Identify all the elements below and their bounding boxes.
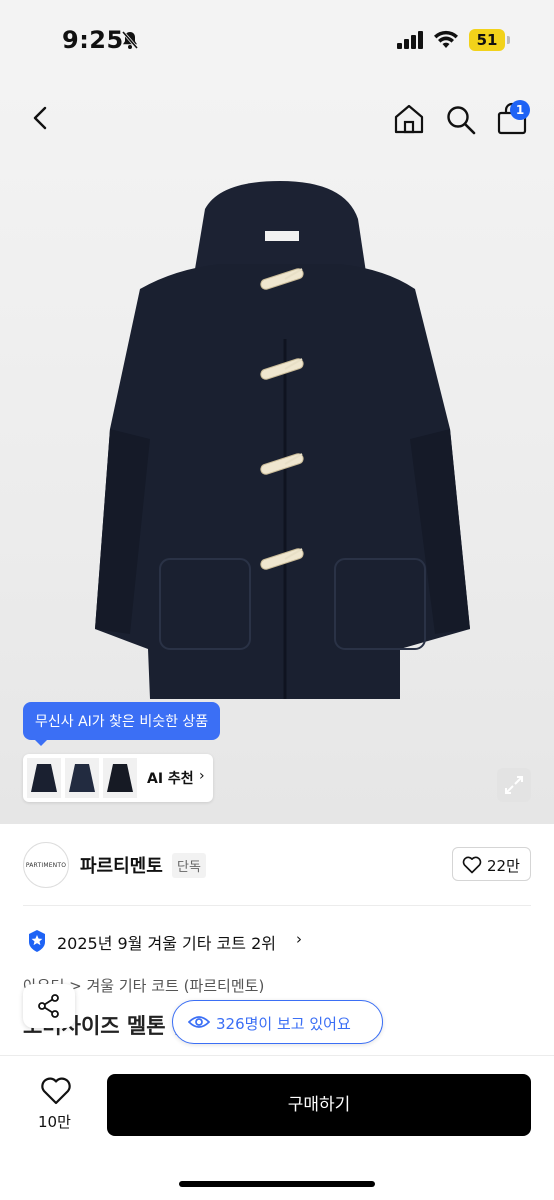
ranking-link[interactable]: 2025년 9월 겨울 기타 코트 2위 (57, 930, 276, 954)
brand-like-button[interactable]: 22만 (452, 847, 531, 881)
status-time: 9:25 (62, 26, 124, 54)
share-button[interactable] (23, 984, 75, 1028)
battery-cap (507, 36, 510, 44)
brand-name[interactable]: 파르티멘토 (80, 852, 163, 878)
product-photo-coat (95, 181, 470, 699)
status-bar: 9:25 51 (0, 0, 554, 84)
eye-icon (188, 1016, 210, 1028)
expand-icon[interactable] (497, 768, 531, 802)
chevron-right-icon: › (199, 768, 205, 784)
ai-recommend-button[interactable]: AI 추천 (147, 768, 194, 788)
back-icon[interactable] (26, 104, 54, 132)
wifi-icon (434, 30, 458, 48)
heart-icon (462, 856, 482, 874)
wishlist-count: 10만 (38, 1113, 71, 1131)
brand-logo[interactable]: PARTIMENTO (23, 842, 69, 888)
live-viewers-pill: 326명이 보고 있어요 (172, 1000, 383, 1044)
bell-muted-icon (121, 31, 139, 49)
similar-product-thumb[interactable] (27, 758, 61, 798)
ai-recommend-strip[interactable]: AI 추천 › (23, 754, 213, 802)
battery-indicator: 51 (469, 29, 505, 51)
similar-product-thumb[interactable] (103, 758, 137, 798)
heart-icon[interactable] (40, 1076, 72, 1106)
home-indicator[interactable] (179, 1181, 375, 1187)
ai-recommend-tooltip: 무신사 AI가 찾은 비슷한 상품 (23, 702, 221, 746)
home-icon[interactable] (392, 102, 426, 136)
rank-badge-icon (29, 930, 45, 952)
buy-button[interactable]: 구매하기 (107, 1074, 531, 1136)
exclusive-badge: 단독 (172, 853, 206, 878)
divider (23, 905, 531, 906)
search-icon[interactable] (445, 104, 477, 136)
similar-product-thumb[interactable] (65, 758, 99, 798)
chevron-right-icon: › (296, 930, 302, 948)
brand-like-count: 22만 (487, 857, 520, 875)
bottom-action-bar: 10만 구매하기 (0, 1055, 554, 1200)
product-image-area[interactable]: 1 무신사 AI가 찾은 비슷한 상품 AI 추천 › (0, 84, 554, 824)
live-viewers-text: 326명이 보고 있어요 (216, 1015, 351, 1033)
share-icon (38, 994, 59, 1018)
cart-count-badge: 1 (510, 100, 530, 120)
signal-icon (397, 31, 423, 49)
